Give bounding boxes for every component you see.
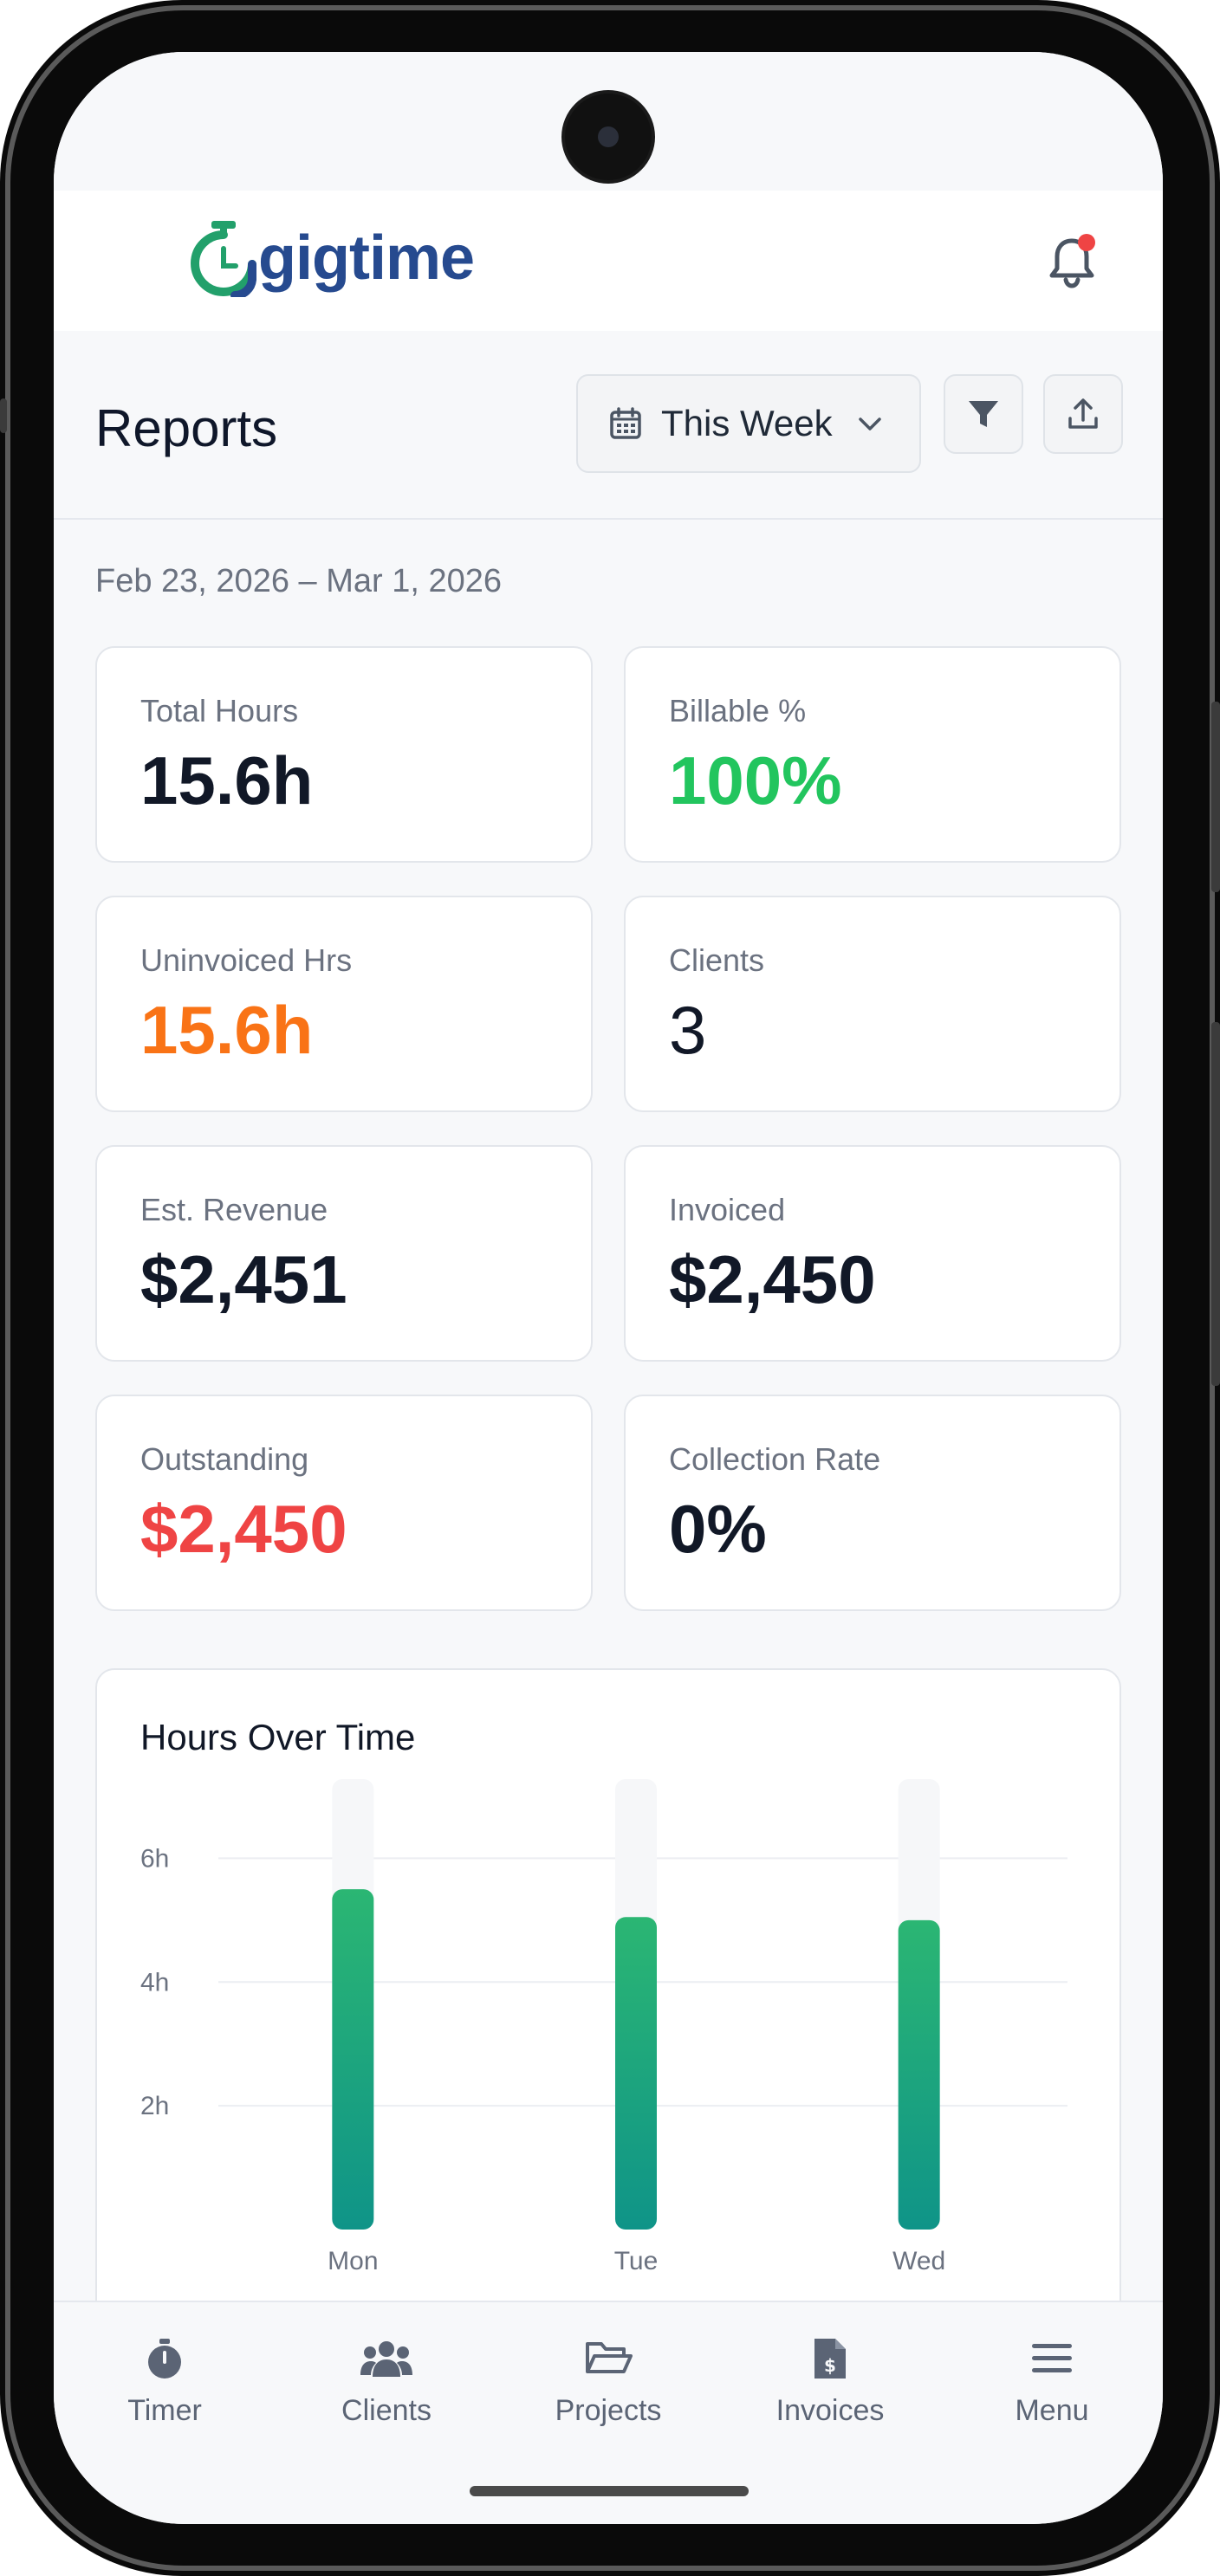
phone-frame: gigtime Reports This Week Feb 23, 2026 –… xyxy=(0,0,1220,2576)
nav-clients[interactable]: Clients xyxy=(276,2302,497,2441)
stat-value: 15.6h xyxy=(140,992,314,1068)
users-icon xyxy=(360,2341,412,2377)
nav-timer[interactable]: Timer xyxy=(54,2302,276,2441)
stat-card-est-revenue: Est. Revenue $2,451 xyxy=(95,1145,593,1362)
x-tick-label: Mon xyxy=(328,2247,378,2275)
filter-button[interactable] xyxy=(944,374,1023,454)
side-button-bottom xyxy=(1211,1022,1220,1386)
calendar-icon xyxy=(610,407,641,439)
front-camera xyxy=(565,94,652,180)
stat-value: 3 xyxy=(669,992,707,1068)
bottom-navigation: Timer Clients Projects $ Invoices Menu xyxy=(54,2301,1163,2524)
stat-card-total-hours: Total Hours 15.6h xyxy=(95,646,593,863)
stat-value: 0% xyxy=(669,1491,767,1567)
folder-open-icon xyxy=(586,2342,633,2373)
nav-label: Clients xyxy=(341,2394,432,2427)
side-button-top xyxy=(1211,702,1220,892)
stat-value: 100% xyxy=(669,742,842,819)
hours-bar-chart: 2h 4h 6h Mon Tue Wed xyxy=(140,1779,1068,2275)
y-tick-label: 4h xyxy=(140,1968,169,1997)
stat-label: Billable % xyxy=(669,693,807,728)
menu-icon xyxy=(1032,2344,1072,2372)
stat-card-collection-rate: Collection Rate 0% xyxy=(624,1395,1121,1611)
stat-card-billable: Billable % 100% xyxy=(624,646,1121,863)
hours-over-time-card: Hours Over Time 2h 4h 6h Mon Tue Wed xyxy=(95,1668,1121,2361)
nav-invoices[interactable]: $ Invoices xyxy=(719,2302,941,2441)
stat-card-clients: Clients 3 xyxy=(624,896,1121,1112)
upload-icon xyxy=(1068,398,1098,429)
nav-label: Menu xyxy=(1015,2394,1089,2427)
x-tick-label: Tue xyxy=(614,2247,659,2275)
nav-label: Timer xyxy=(127,2394,202,2427)
logo-text: gigtime xyxy=(258,223,475,293)
stat-label: Invoiced xyxy=(669,1192,786,1227)
notification-dot xyxy=(1078,234,1095,251)
home-indicator[interactable] xyxy=(470,2486,749,2496)
app-top-bar: gigtime xyxy=(54,191,1163,333)
x-tick-label: Wed xyxy=(892,2247,945,2275)
stat-value: $2,451 xyxy=(140,1241,347,1317)
stat-value: 15.6h xyxy=(140,742,314,819)
stat-card-outstanding: Outstanding $2,450 xyxy=(95,1395,593,1611)
nav-label: Invoices xyxy=(775,2394,885,2427)
y-tick-label: 2h xyxy=(140,2092,169,2120)
filter-icon xyxy=(969,401,998,427)
nav-projects[interactable]: Projects xyxy=(497,2302,719,2441)
stopwatch-icon xyxy=(148,2339,181,2379)
page-title: Reports xyxy=(95,399,278,457)
stat-label: Outstanding xyxy=(140,1441,309,1477)
stopwatch-logo-icon xyxy=(191,221,256,297)
invoice-icon: $ xyxy=(814,2339,846,2379)
notifications-button[interactable] xyxy=(1042,230,1102,291)
export-button[interactable] xyxy=(1043,374,1123,454)
stat-card-invoiced: Invoiced $2,450 xyxy=(624,1145,1121,1362)
svg-text:$: $ xyxy=(824,2355,836,2376)
stat-label: Uninvoiced Hrs xyxy=(140,942,353,978)
stat-value: $2,450 xyxy=(669,1241,876,1317)
period-selector[interactable]: This Week xyxy=(576,374,921,473)
chevron-down-icon xyxy=(858,417,881,430)
bar-wed xyxy=(898,1919,940,2230)
status-bar xyxy=(54,52,1163,191)
screen: gigtime Reports This Week Feb 23, 2026 –… xyxy=(54,52,1163,2524)
nav-label: Projects xyxy=(555,2394,662,2427)
date-range: Feb 23, 2026 – Mar 1, 2026 xyxy=(95,563,502,599)
stat-value: $2,450 xyxy=(140,1491,347,1567)
stat-card-uninvoiced-hours: Uninvoiced Hrs 15.6h xyxy=(95,896,593,1112)
bell-icon xyxy=(1049,234,1095,288)
stat-label: Est. Revenue xyxy=(140,1192,328,1227)
app-logo[interactable]: gigtime xyxy=(191,215,475,301)
bar-tue xyxy=(615,1917,657,2230)
period-label: This Week xyxy=(661,403,833,443)
nav-menu[interactable]: Menu xyxy=(941,2302,1163,2441)
stat-label: Clients xyxy=(669,942,765,978)
side-button-left xyxy=(0,398,7,433)
stat-label: Collection Rate xyxy=(669,1441,881,1477)
y-tick-label: 6h xyxy=(140,1844,169,1873)
bar-mon xyxy=(332,1889,374,2230)
reports-header: Reports This Week xyxy=(54,331,1163,520)
stat-label: Total Hours xyxy=(140,693,299,728)
